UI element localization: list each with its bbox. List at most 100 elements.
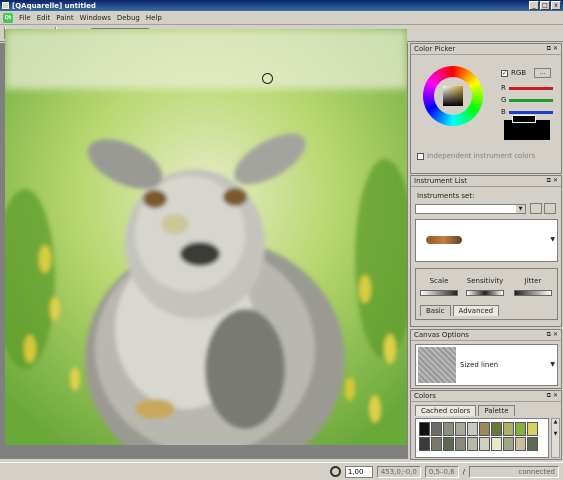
canvas-texture-selector[interactable]: Sized linen ▼ xyxy=(415,344,558,386)
scale-gradient[interactable] xyxy=(420,290,458,296)
green-slider-row[interactable]: G xyxy=(501,96,554,104)
minimize-button[interactable]: _ xyxy=(529,1,539,10)
close-icon[interactable]: ✕ xyxy=(553,392,558,400)
menu-debug[interactable]: Debug xyxy=(117,14,140,22)
instruments-set-label: Instruments set: xyxy=(417,192,475,200)
close-icon[interactable]: ✕ xyxy=(553,177,558,185)
canvas-texture-name: Sized linen xyxy=(460,361,499,369)
zoom-spinbox[interactable]: 1,00 xyxy=(344,465,373,478)
instrument-tabs: Basic Advanced xyxy=(420,305,500,316)
green-slider[interactable] xyxy=(509,98,554,102)
current-color-swatch[interactable] xyxy=(504,120,550,140)
sensitivity-gradient[interactable] xyxy=(466,290,504,296)
menu-paint[interactable]: Paint xyxy=(56,14,73,22)
canvas-options-title-bar: Canvas Options ⧉ ✕ xyxy=(411,330,561,341)
colors-tabs: Cached colors Palette xyxy=(415,405,515,416)
color-swatch[interactable] xyxy=(491,437,502,451)
blue-slider[interactable] xyxy=(508,110,553,114)
saturation-value-square[interactable] xyxy=(443,86,463,106)
pen-icon: ∕ xyxy=(462,467,465,476)
tab-basic[interactable]: Basic xyxy=(420,305,451,316)
color-swatch[interactable] xyxy=(455,437,466,451)
color-swatch[interactable] xyxy=(443,437,454,451)
tab-advanced[interactable]: Advanced xyxy=(452,305,500,316)
float-icon[interactable]: ⧉ xyxy=(547,177,551,185)
chevron-down-icon[interactable]: ▼ xyxy=(516,205,525,213)
color-swatch[interactable] xyxy=(443,422,454,436)
menu-edit[interactable]: Edit xyxy=(37,14,51,22)
color-swatch[interactable] xyxy=(515,437,526,451)
sensitivity-label: Sensitivity xyxy=(466,277,504,285)
jitter-param[interactable]: Jitter xyxy=(514,277,552,296)
maximize-button[interactable]: □ xyxy=(540,1,550,10)
instrument-selector[interactable]: ▼ xyxy=(415,219,558,262)
independent-label: Independent instrument colors xyxy=(427,152,536,160)
jitter-gradient[interactable] xyxy=(514,290,552,296)
color-swatch[interactable] xyxy=(419,437,430,451)
sensitivity-param[interactable]: Sensitivity xyxy=(466,277,504,296)
rgb-checkbox[interactable]: ✓ xyxy=(501,69,508,77)
color-swatch[interactable] xyxy=(467,422,478,436)
window-title: [QAquarelle] untitled xyxy=(12,1,96,10)
tab-palette[interactable]: Palette xyxy=(478,405,515,416)
more-colors-button[interactable]: ... xyxy=(534,68,551,78)
float-icon[interactable]: ⧉ xyxy=(547,331,551,339)
menu-help[interactable]: Help xyxy=(146,14,162,22)
rgb-toggle[interactable]: ✓ RGB xyxy=(501,69,526,77)
scale-param[interactable]: Scale xyxy=(420,277,458,296)
status-bar: 1,00 453,0;-0,0 0,5–0,6 ∕ connected xyxy=(0,462,563,480)
colors-panel: Colors ⧉ ✕ Cached colors Palette ▲ ▼ xyxy=(410,390,562,460)
instruments-set-combo[interactable]: ▼ xyxy=(415,204,526,214)
float-icon[interactable]: ⧉ xyxy=(547,45,551,53)
instrument-list-title-bar: Instrument List ⧉ ✕ xyxy=(411,176,561,187)
brush-icon xyxy=(426,236,462,244)
instrument-add-button[interactable] xyxy=(530,203,542,214)
colors-title: Colors xyxy=(414,392,436,400)
menu-file[interactable]: File xyxy=(19,14,31,22)
instrument-remove-button[interactable] xyxy=(544,203,556,214)
palette-scrollbar[interactable]: ▲ ▼ xyxy=(551,418,560,458)
color-swatch[interactable] xyxy=(431,422,442,436)
color-swatch[interactable] xyxy=(431,437,442,451)
window-controls: _ □ x xyxy=(529,1,561,10)
instrument-params: Scale Sensitivity Jitter Basic Advanced xyxy=(415,268,558,320)
independent-checkbox[interactable] xyxy=(417,152,424,160)
color-swatch[interactable] xyxy=(491,422,502,436)
menu-windows[interactable]: Windows xyxy=(80,14,111,22)
instrument-list-panel: Instrument List ⧉ ✕ Instruments set: ▼ ▼ … xyxy=(410,175,562,327)
color-swatch[interactable] xyxy=(419,422,430,436)
close-icon[interactable]: ✕ xyxy=(553,45,558,53)
close-button[interactable]: x xyxy=(551,1,561,10)
color-swatch[interactable] xyxy=(515,422,526,436)
color-swatch[interactable] xyxy=(467,437,478,451)
previous-color-swatch[interactable] xyxy=(512,115,536,123)
color-swatch-grid xyxy=(415,418,549,458)
color-swatch[interactable] xyxy=(503,437,514,451)
app-icon xyxy=(2,2,9,9)
close-icon[interactable]: ✕ xyxy=(553,331,558,339)
chevron-down-icon[interactable]: ▼ xyxy=(550,361,555,368)
color-swatch[interactable] xyxy=(479,437,490,451)
color-swatch[interactable] xyxy=(455,422,466,436)
green-label: G xyxy=(501,96,507,104)
canvas-options-title: Canvas Options xyxy=(414,331,469,339)
red-slider[interactable] xyxy=(508,86,553,90)
menu-bar: Qt File Edit Paint Windows Debug Help xyxy=(0,11,563,25)
independent-colors-option[interactable]: Independent instrument colors xyxy=(417,152,535,160)
color-swatch[interactable] xyxy=(527,437,538,451)
rgb-label: RGB xyxy=(511,69,527,77)
zoom-reset-icon[interactable] xyxy=(329,466,341,477)
qt-logo-icon: Qt xyxy=(3,12,13,23)
tab-cached-colors[interactable]: Cached colors xyxy=(415,405,477,416)
color-swatch[interactable] xyxy=(479,422,490,436)
color-swatch[interactable] xyxy=(527,422,538,436)
color-swatch[interactable] xyxy=(503,422,514,436)
range-readout: 0,5–0,6 xyxy=(424,465,459,478)
red-slider-row[interactable]: R xyxy=(501,84,553,92)
float-icon[interactable]: ⧉ xyxy=(547,392,551,400)
blue-label: B xyxy=(501,108,506,116)
chevron-down-icon[interactable]: ▼ xyxy=(550,236,555,243)
color-wheel[interactable] xyxy=(423,66,483,126)
red-label: R xyxy=(501,84,506,92)
painting-canvas[interactable] xyxy=(5,29,407,445)
